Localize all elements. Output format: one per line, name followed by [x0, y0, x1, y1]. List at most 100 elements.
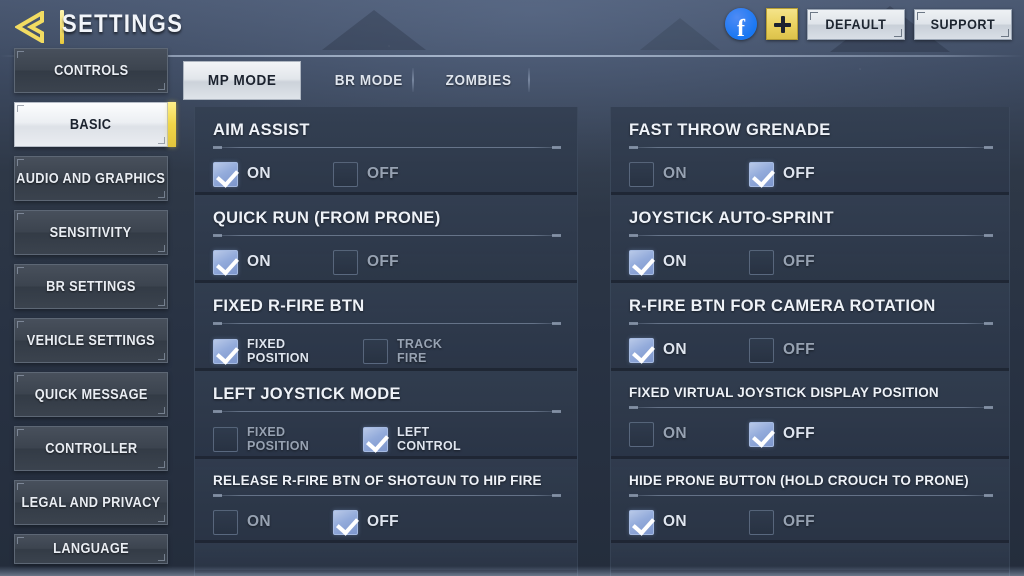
sidebar-item-label: BR SETTINGS	[46, 278, 136, 295]
setting-row-joystick-auto-sprint: JOYSTICK AUTO-SPRINT ON OFF	[611, 195, 1009, 283]
option-on[interactable]: ON	[629, 510, 749, 535]
setting-divider	[213, 234, 561, 237]
checkbox-unchecked-icon[interactable]	[629, 422, 654, 447]
option-label: ON	[247, 165, 271, 183]
sidebar-item-controller[interactable]: CONTROLLER	[14, 426, 168, 471]
header-actions: f DEFAULT SUPPORT	[725, 8, 1012, 41]
checkbox-checked-icon[interactable]	[749, 162, 774, 187]
sidebar: CONTROLS BASIC AUDIO AND GRAPHICS SENSIT…	[0, 48, 180, 576]
tab-zombies[interactable]: ZOMBIES	[420, 61, 538, 100]
setting-title: FIXED R-FIRE BTN	[213, 297, 365, 315]
option-on[interactable]: ON	[213, 510, 333, 535]
checkbox-unchecked-icon[interactable]	[213, 427, 238, 452]
option-track-fire[interactable]: TRACK FIRE	[363, 337, 513, 365]
sidebar-item-controls[interactable]: CONTROLS	[14, 48, 168, 93]
checkbox-unchecked-icon[interactable]	[333, 250, 358, 275]
option-on[interactable]: ON	[629, 338, 749, 363]
setting-options: ON OFF	[629, 422, 993, 447]
checkbox-unchecked-icon[interactable]	[213, 510, 238, 535]
option-left-control[interactable]: LEFT CONTROL	[363, 425, 513, 453]
option-off[interactable]: OFF	[749, 422, 869, 447]
setting-title: LEFT JOYSTICK MODE	[213, 385, 401, 403]
settings-panel-left: AIM ASSIST ON OFF QUICK RUN (FROM PRONE)…	[194, 107, 578, 576]
sidebar-item-audio-and-graphics[interactable]: AUDIO AND GRAPHICS	[14, 156, 168, 201]
option-on[interactable]: ON	[629, 250, 749, 275]
sidebar-item-legal-and-privacy[interactable]: LEGAL AND PRIVACY	[14, 480, 168, 525]
option-on[interactable]: ON	[629, 162, 749, 187]
sidebar-item-sensitivity[interactable]: SENSITIVITY	[14, 210, 168, 255]
back-chevron-icon	[15, 11, 44, 43]
default-button[interactable]: DEFAULT	[807, 8, 905, 40]
sidebar-item-basic[interactable]: BASIC	[14, 102, 176, 147]
mode-tabbar: MP MODE BR MODE ZOMBIES	[180, 57, 1024, 104]
option-label: FIXED POSITION	[247, 425, 310, 453]
checkbox-checked-icon[interactable]	[213, 250, 238, 275]
sidebar-item-label: BASIC	[70, 116, 112, 133]
setting-title: JOYSTICK AUTO-SPRINT	[629, 209, 834, 227]
checkbox-unchecked-icon[interactable]	[363, 339, 388, 364]
sidebar-item-language[interactable]: LANGUAGE	[14, 534, 168, 564]
setting-divider	[629, 234, 993, 237]
option-off[interactable]: OFF	[333, 510, 453, 535]
checkbox-unchecked-icon[interactable]	[749, 338, 774, 363]
option-off[interactable]: OFF	[333, 162, 453, 187]
option-label: ON	[663, 253, 687, 271]
checkbox-checked-icon[interactable]	[629, 250, 654, 275]
option-off[interactable]: OFF	[333, 250, 453, 275]
setting-title: AIM ASSIST	[213, 121, 310, 139]
option-on[interactable]: ON	[629, 422, 749, 447]
setting-row-r-fire-camera-rotation: R-FIRE BTN FOR CAMERA ROTATION ON OFF	[611, 283, 1009, 371]
tab-mp-mode[interactable]: MP MODE	[183, 61, 301, 100]
checkbox-checked-icon[interactable]	[213, 162, 238, 187]
sidebar-item-br-settings[interactable]: BR SETTINGS	[14, 264, 168, 309]
active-accent-bar	[168, 102, 176, 147]
tab-br-mode[interactable]: BR MODE	[310, 61, 428, 100]
sidebar-item-vehicle-settings[interactable]: VEHICLE SETTINGS	[14, 318, 168, 363]
support-button-label: SUPPORT	[930, 16, 996, 32]
setting-title: RELEASE R-FIRE BTN OF SHOTGUN TO HIP FIR…	[213, 473, 542, 488]
option-label: LEFT CONTROL	[397, 425, 461, 453]
checkbox-checked-icon[interactable]	[213, 339, 238, 364]
tab-separator	[412, 68, 414, 92]
header-bar: SETTINGS f DEFAULT SUPPORT	[0, 0, 1024, 55]
option-label: ON	[247, 253, 271, 271]
setting-divider	[213, 322, 561, 325]
option-fixed-position[interactable]: FIXED POSITION	[213, 425, 363, 453]
setting-options: ON OFF	[629, 338, 993, 363]
setting-title: R-FIRE BTN FOR CAMERA ROTATION	[629, 297, 936, 315]
setting-title: QUICK RUN (FROM PRONE)	[213, 209, 441, 227]
option-off[interactable]: OFF	[749, 250, 869, 275]
checkbox-unchecked-icon[interactable]	[333, 162, 358, 187]
option-off[interactable]: OFF	[749, 338, 869, 363]
option-fixed-position[interactable]: FIXED POSITION	[213, 337, 363, 365]
tab-separator	[528, 68, 530, 92]
option-on[interactable]: ON	[213, 250, 333, 275]
checkbox-unchecked-icon[interactable]	[749, 250, 774, 275]
option-label: ON	[663, 513, 687, 531]
checkbox-checked-icon[interactable]	[363, 427, 388, 452]
plus-icon[interactable]	[766, 8, 798, 40]
checkbox-checked-icon[interactable]	[629, 338, 654, 363]
option-on[interactable]: ON	[213, 162, 333, 187]
checkbox-unchecked-icon[interactable]	[749, 510, 774, 535]
tab-label: ZOMBIES	[446, 72, 512, 89]
option-off[interactable]: OFF	[749, 162, 869, 187]
sidebar-item-quick-message[interactable]: QUICK MESSAGE	[14, 372, 168, 417]
setting-options: ON OFF	[629, 250, 993, 275]
checkbox-checked-icon[interactable]	[333, 510, 358, 535]
option-label: OFF	[783, 513, 815, 531]
support-button[interactable]: SUPPORT	[914, 8, 1012, 40]
option-label: ON	[247, 513, 271, 531]
tab-label: BR MODE	[334, 72, 404, 89]
tab-label: MP MODE	[207, 72, 277, 89]
setting-divider	[629, 406, 993, 409]
checkbox-checked-icon[interactable]	[749, 422, 774, 447]
facebook-icon[interactable]: f	[725, 8, 757, 41]
setting-row-fixed-virtual-joystick: FIXED VIRTUAL JOYSTICK DISPLAY POSITION …	[611, 371, 1009, 459]
setting-divider	[213, 146, 561, 149]
checkbox-checked-icon[interactable]	[629, 510, 654, 535]
option-off[interactable]: OFF	[749, 510, 869, 535]
setting-title: FIXED VIRTUAL JOYSTICK DISPLAY POSITION	[629, 385, 939, 400]
setting-options: ON OFF	[213, 250, 561, 275]
checkbox-unchecked-icon[interactable]	[629, 162, 654, 187]
